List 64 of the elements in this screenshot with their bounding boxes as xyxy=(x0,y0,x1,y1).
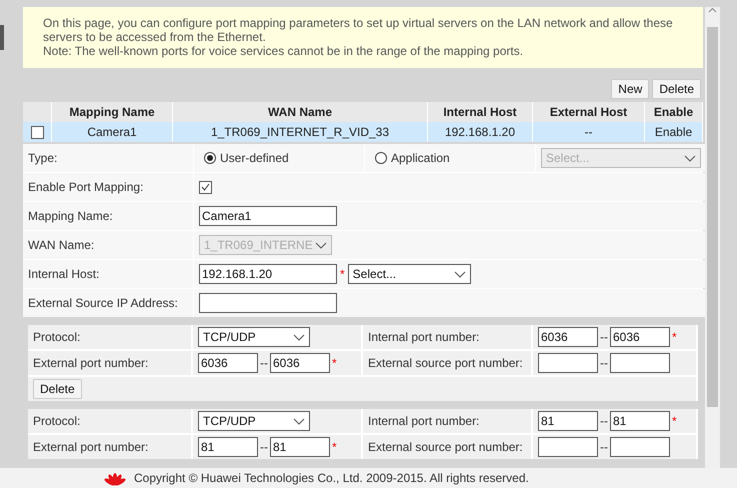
column-header: WAN Name xyxy=(173,102,428,122)
field-label: External port number: xyxy=(33,440,148,454)
field-label: Mapping Name: xyxy=(28,209,113,223)
field-label: Type: xyxy=(28,151,58,165)
port-field[interactable]: 6036 xyxy=(538,327,598,347)
field-label: Internal Host: xyxy=(28,267,100,281)
internal-host-field[interactable]: 192.168.1.20 xyxy=(199,264,337,284)
column-header: Mapping Name xyxy=(52,102,173,122)
range-separator: -- xyxy=(260,356,268,370)
scrollbar[interactable] xyxy=(705,7,720,468)
delete-button[interactable]: Delete xyxy=(652,79,701,99)
port-field[interactable] xyxy=(538,353,598,373)
required-mark: * xyxy=(672,414,677,428)
select-dropdown[interactable]: TCP/UDP xyxy=(198,411,310,431)
port-field[interactable]: 81 xyxy=(198,437,258,457)
enable-checkbox[interactable] xyxy=(199,180,212,194)
copyright-text: Copyright © Huawei Technologies Co., Ltd. 2009-2015. All rights reserved. xyxy=(134,471,529,485)
field-label: WAN Name: xyxy=(28,238,94,252)
field-label: External port number: xyxy=(33,356,148,370)
petal-logo-icon xyxy=(104,470,126,486)
field-label: External source port number: xyxy=(368,356,523,370)
required-mark: * xyxy=(332,440,337,454)
column-header: Enable xyxy=(645,102,703,122)
required-mark: * xyxy=(340,267,345,281)
notice-text: Note: The well-known ports for voice services cannot be in the range of the mapping ports. xyxy=(43,44,524,58)
port-field[interactable]: 81 xyxy=(270,437,330,457)
range-separator: -- xyxy=(600,330,608,344)
field-label: Internal port number: xyxy=(368,414,480,428)
port-field[interactable]: 81 xyxy=(538,411,598,431)
field-label: Protocol: xyxy=(33,414,80,428)
required-mark: * xyxy=(672,330,677,344)
column-header: Internal Host xyxy=(428,102,533,122)
column-header: External Host xyxy=(533,102,645,122)
table-cell: 1_TR069_INTERNET_R_VID_33 xyxy=(173,122,428,142)
notice-text: On this page, you can configure port mapping parameters to set up virtual servers on the LAN network and allow these servers to be accessed from the Ethernet. xyxy=(43,16,674,44)
delete-button[interactable]: Delete xyxy=(33,379,82,399)
port-field[interactable]: 6036 xyxy=(610,327,670,347)
field-label: Protocol: xyxy=(33,330,80,344)
required-mark: * xyxy=(332,356,337,370)
range-separator: -- xyxy=(600,356,608,370)
port-field[interactable] xyxy=(538,437,598,457)
port-field[interactable] xyxy=(610,437,670,457)
check-icon xyxy=(201,183,210,191)
external-source-ip-field[interactable] xyxy=(199,293,337,313)
table-cell: Camera1 xyxy=(52,122,173,142)
new-button[interactable]: New xyxy=(611,79,650,99)
range-separator: -- xyxy=(600,440,608,454)
port-field[interactable]: 6036 xyxy=(198,353,258,373)
port-field[interactable] xyxy=(610,353,670,373)
field-label: Internal port number: xyxy=(368,330,480,344)
range-separator: -- xyxy=(600,414,608,428)
field-label: External Source IP Address: xyxy=(28,296,178,310)
port-field[interactable]: 6036 xyxy=(270,353,330,373)
table-cell: Enable xyxy=(645,122,703,142)
range-separator: -- xyxy=(260,440,268,454)
row-checkbox[interactable] xyxy=(30,126,44,138)
field-label: External source port number: xyxy=(368,440,523,454)
mapping-name-field[interactable]: Camera1 xyxy=(199,206,337,226)
select-dropdown[interactable]: Select... xyxy=(348,264,471,284)
table-cell: 192.168.1.20 xyxy=(428,122,533,142)
port-field[interactable]: 81 xyxy=(610,411,670,431)
field-label: Enable Port Mapping: xyxy=(28,180,144,194)
table-cell: -- xyxy=(533,122,645,142)
select-dropdown[interactable]: TCP/UDP xyxy=(198,327,310,347)
